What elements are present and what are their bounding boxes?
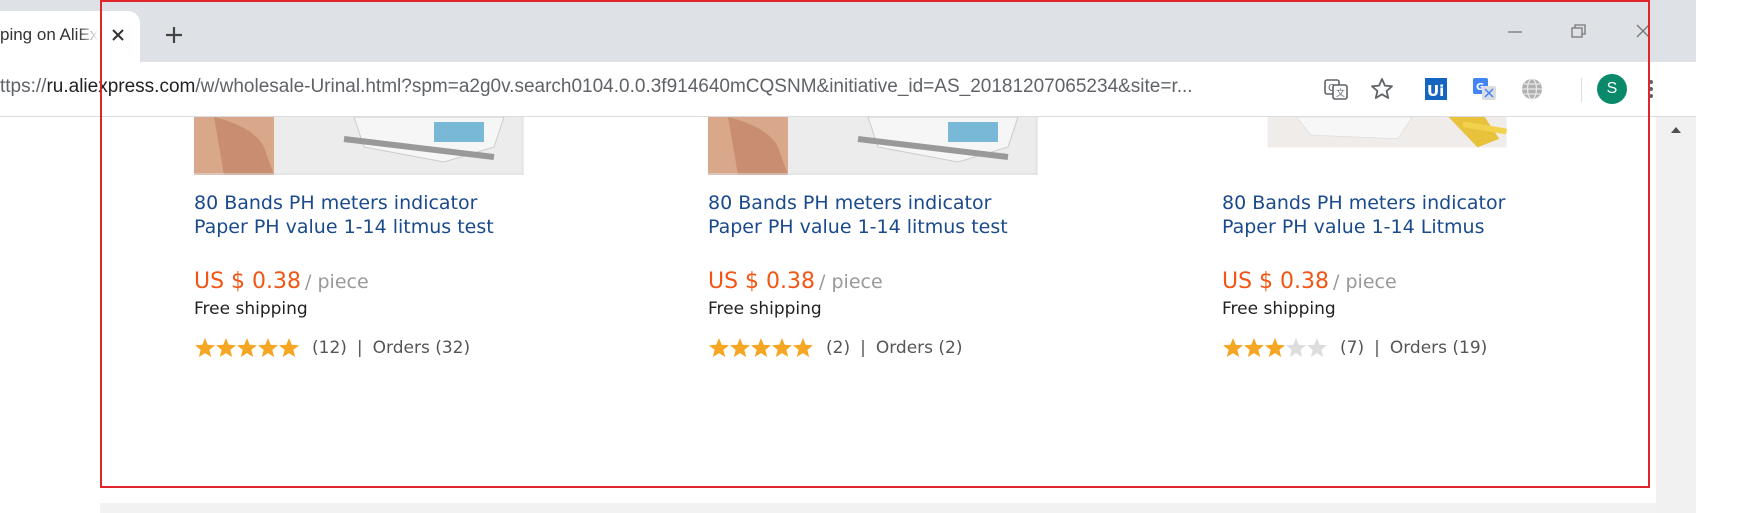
plus-icon[interactable] xyxy=(163,24,185,46)
url-prefix: ttps:// xyxy=(0,76,47,97)
uipath-extension-icon[interactable]: Ui xyxy=(1422,75,1450,103)
shipping-info: Free shipping xyxy=(194,299,308,319)
orders-link[interactable]: Orders (32) xyxy=(373,338,470,358)
price-row: US $ 0.38/ piece xyxy=(194,269,369,294)
section-divider xyxy=(100,503,1656,513)
address-bar[interactable]: ttps://ru.aliexpress.com/w/wholesale-Uri… xyxy=(0,76,1310,98)
kebab-menu-icon[interactable] xyxy=(1637,75,1665,103)
product-title-link[interactable]: 80 Bands PH meters indicator Paper PH va… xyxy=(194,191,534,239)
profile-avatar[interactable]: S xyxy=(1597,74,1627,104)
orders-link[interactable]: Orders (19) xyxy=(1390,338,1487,358)
separator: | xyxy=(356,338,363,358)
star-empty-icon xyxy=(1307,338,1327,357)
star-rating xyxy=(1223,338,1327,357)
star-filled-icon xyxy=(216,338,236,357)
review-count[interactable]: (12) xyxy=(312,338,347,358)
price-unit: / piece xyxy=(819,271,883,293)
star-filled-icon xyxy=(751,338,771,357)
review-count[interactable]: (2) xyxy=(826,338,850,358)
star-filled-icon xyxy=(237,338,257,357)
scroll-up-arrow-icon[interactable] xyxy=(1668,124,1684,136)
price-row: US $ 0.38/ piece xyxy=(1222,269,1397,294)
browser-tab[interactable]: ping on AliExpress xyxy=(0,11,140,62)
star-filled-icon xyxy=(1265,338,1285,357)
rating-row: (2) | Orders (2) xyxy=(708,337,962,361)
price-unit: / piece xyxy=(305,271,369,293)
star-filled-icon xyxy=(730,338,750,357)
shipping-info: Free shipping xyxy=(1222,299,1336,319)
product-image[interactable] xyxy=(194,117,524,175)
product-title-link[interactable]: 80 Bands PH meters indicator Paper PH va… xyxy=(708,191,1048,239)
tab-title: ping on AliExpress xyxy=(0,25,98,44)
star-filled-icon xyxy=(195,338,215,357)
star-empty-icon xyxy=(1286,338,1306,357)
svg-text:文: 文 xyxy=(1336,87,1345,99)
star-filled-icon xyxy=(772,338,792,357)
star-filled-icon xyxy=(793,338,813,357)
product-image[interactable] xyxy=(1222,117,1552,159)
star-rating xyxy=(709,338,813,357)
close-icon[interactable] xyxy=(108,25,128,45)
uipath-label: Ui xyxy=(1427,82,1444,100)
review-count[interactable]: (7) xyxy=(1340,338,1364,358)
minimize-icon[interactable] xyxy=(1500,20,1530,44)
product-price: US $ 0.38 xyxy=(1222,269,1330,294)
product-price: US $ 0.38 xyxy=(708,269,816,294)
window-close-icon[interactable] xyxy=(1628,20,1658,44)
orders-link[interactable]: Orders (2) xyxy=(876,338,963,358)
star-filled-icon xyxy=(709,338,729,357)
rating-row: (12) | Orders (32) xyxy=(194,337,470,361)
price-row: US $ 0.38/ piece xyxy=(708,269,883,294)
rating-row: (7) | Orders (19) xyxy=(1222,337,1487,361)
price-unit: / piece xyxy=(1333,271,1397,293)
separator: | xyxy=(1374,338,1380,358)
url-path: /w/wholesale-Urinal.html?spm=a2g0v.searc… xyxy=(195,76,1193,97)
restore-icon[interactable] xyxy=(1563,20,1593,44)
globe-extension-icon[interactable] xyxy=(1518,75,1546,103)
product-title-link[interactable]: 80 Bands PH meters indicator Paper PH va… xyxy=(1222,191,1562,239)
translate-icon[interactable]: G 文 xyxy=(1322,75,1350,103)
star-rating xyxy=(195,338,299,357)
tab-strip: ping on AliExpress xyxy=(0,0,1696,62)
google-translate-extension-icon[interactable]: G xyxy=(1470,75,1498,103)
page-scrollbar[interactable] xyxy=(1656,117,1696,513)
shipping-info: Free shipping xyxy=(708,299,822,319)
star-filled-icon xyxy=(1244,338,1264,357)
bookmark-star-icon[interactable] xyxy=(1368,75,1396,103)
star-filled-icon xyxy=(1223,338,1243,357)
url-host: ru.aliexpress.com xyxy=(46,76,196,97)
star-filled-icon xyxy=(258,338,278,357)
separator: | xyxy=(860,338,866,358)
product-price: US $ 0.38 xyxy=(194,269,302,294)
product-image[interactable] xyxy=(708,117,1038,175)
star-filled-icon xyxy=(279,338,299,357)
toolbar-divider xyxy=(1581,78,1582,102)
browser-toolbar: ttps://ru.aliexpress.com/w/wholesale-Uri… xyxy=(0,62,1696,117)
